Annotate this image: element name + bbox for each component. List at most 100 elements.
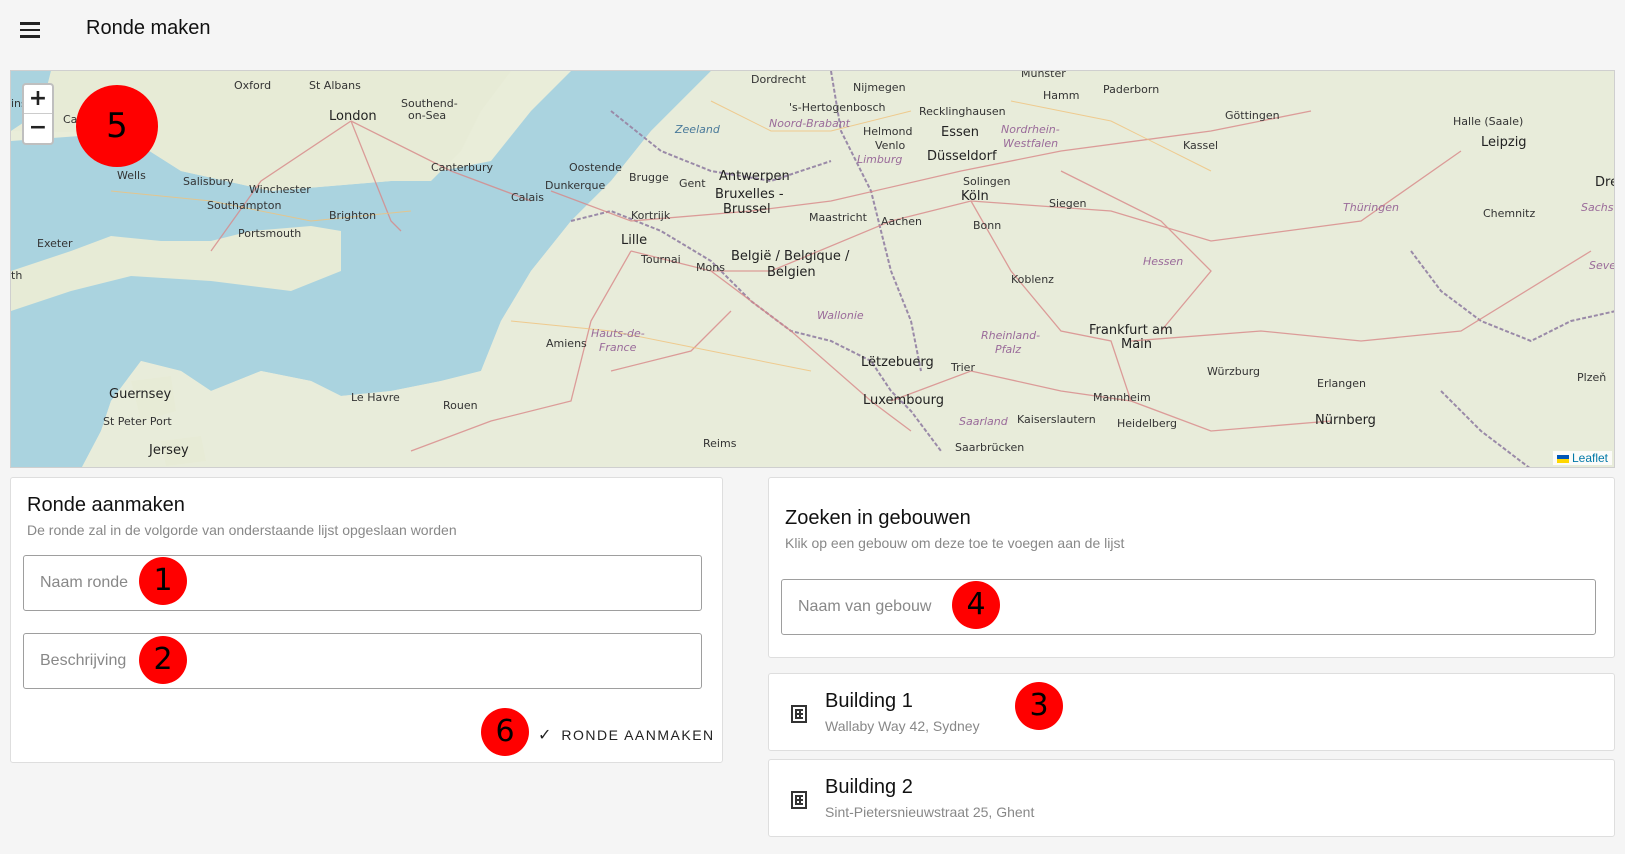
map-label-jersey: Jersey (149, 443, 189, 458)
map-label-recklinghausen: Recklinghausen (919, 105, 1006, 118)
building-name: Building 1 (825, 690, 913, 712)
check-icon: ✓ (538, 727, 552, 744)
app-bar: Ronde maken (0, 0, 1625, 60)
building-list-item[interactable]: Building 2 Sint-Pietersnieuwstraat 25, G… (768, 759, 1615, 837)
search-title: Zoeken in gebouwen (785, 507, 971, 529)
annotation-badge-1: 1 (139, 557, 187, 605)
map-label-bonn: Bonn (973, 219, 1002, 232)
zoom-out-button[interactable]: − (24, 114, 52, 143)
map-label-hertogenbosch: 's-Hertogenbosch (789, 101, 886, 114)
create-round-button[interactable]: ✓ RONDE AANMAKEN (538, 720, 715, 750)
map-label-luxembourg: Luxembourg (863, 393, 945, 408)
map-label-nurnberg: Nürnberg (1315, 413, 1376, 428)
building-address: Sint-Pietersnieuwstraat 25, Ghent (825, 804, 1035, 820)
map[interactable]: London Oxford St Albans Southend- on-Sea… (10, 70, 1615, 468)
page-title: Ronde maken (86, 17, 211, 39)
map-label-bruxelles: Bruxelles - (715, 187, 784, 202)
search-subtitle: Klik op een gebouw om deze toe te voegen… (785, 535, 1125, 551)
map-label-noord-brabant: Noord-Brabant (769, 117, 850, 130)
search-buildings-card: Zoeken in gebouwen Klik op een gebouw om… (768, 477, 1615, 658)
building-search-field[interactable] (781, 579, 1596, 635)
map-label-nordrhein: Nordrhein- (1001, 123, 1060, 136)
map-label-brighton: Brighton (329, 209, 377, 222)
map-label-seve: Seve (1589, 259, 1615, 272)
building-icon (791, 705, 807, 723)
map-label-winchester: Winchester (249, 183, 311, 196)
map-label-helmond: Helmond (863, 125, 913, 138)
map-label-brugge: Brugge (629, 171, 669, 184)
building-address: Wallaby Way 42, Sydney (825, 718, 980, 734)
create-round-button-label: RONDE AANMAKEN (561, 727, 715, 743)
map-label-pfalz: Pfalz (995, 343, 1022, 356)
map-label-wells: Wells (117, 169, 146, 182)
map-label-kaiserslautern: Kaiserslautern (1017, 413, 1096, 426)
description-field[interactable] (23, 633, 702, 689)
map-label-guernsey: Guernsey (109, 387, 172, 402)
zoom-control: + − (22, 83, 54, 145)
map-label-sachsen: Sachse (1581, 201, 1614, 214)
building-name: Building 2 (825, 776, 913, 798)
map-label-thuringen: Thüringen (1343, 201, 1399, 214)
map-label-southampton: Southampton (207, 199, 282, 212)
map-label-hamm: Hamm (1043, 89, 1080, 102)
map-label-essen: Essen (941, 125, 979, 140)
map-label-saarland: Saarland (959, 415, 1008, 428)
map-label-mons: Mons (696, 261, 725, 274)
map-label-halle: Halle (Saale) (1453, 115, 1524, 128)
map-label-lille: Lille (621, 233, 648, 248)
map-label-dusseldorf: Düsseldorf (927, 149, 997, 164)
round-name-field[interactable] (23, 555, 702, 611)
annotation-badge-3: 3 (1015, 682, 1063, 730)
menu-icon[interactable] (18, 19, 42, 41)
annotation-badge-4: 4 (952, 581, 1000, 629)
map-label-koblenz: Koblenz (1011, 273, 1054, 286)
map-label-canterbury: Canterbury (431, 161, 493, 174)
map-label-belgien: Belgien (767, 265, 816, 280)
description-input[interactable] (24, 634, 701, 688)
map-label-dunkerque: Dunkerque (545, 179, 606, 192)
map-label-koln: Köln (961, 189, 989, 204)
map-label-westfalen: Westfalen (1003, 137, 1059, 150)
map-label-frankfurt: Frankfurt am (1089, 323, 1173, 338)
map-label-chemnitz: Chemnitz (1483, 207, 1536, 220)
map-label-th: th (11, 269, 23, 282)
create-round-subtitle: De ronde zal in de volgorde van ondersta… (27, 522, 457, 538)
map-label-trier: Trier (951, 361, 975, 374)
map-label-dresden: Dre (1595, 175, 1614, 190)
building-search-input[interactable] (782, 580, 1595, 634)
map-label-maastricht: Maastricht (809, 211, 867, 224)
map-label-venlo: Venlo (875, 139, 906, 152)
map-label-gent: Gent (679, 177, 706, 190)
map-label-solingen: Solingen (963, 175, 1011, 188)
map-attribution[interactable]: Leaflet (1552, 451, 1612, 465)
map-label-limburg: Limburg (857, 153, 903, 166)
map-label-france: France (599, 341, 637, 354)
map-label-belgie: België / Belgique / (731, 249, 850, 264)
annotation-badge-2: 2 (139, 636, 187, 684)
map-label-siegen: Siegen (1049, 197, 1087, 210)
round-name-input[interactable] (24, 556, 701, 610)
annotation-badge-6: 6 (481, 708, 529, 756)
map-label-erlangen: Erlangen (1317, 377, 1366, 390)
map-label-hauts-de-france: Hauts-de- (591, 327, 645, 340)
map-label-southend-2: on-Sea (408, 109, 447, 122)
map-label-le-havre: Le Havre (351, 391, 400, 404)
ukraine-flag-icon (1556, 454, 1569, 463)
map-label-kortrijk: Kortrijk (631, 209, 671, 222)
zoom-in-button[interactable]: + (24, 85, 52, 114)
leaflet-link[interactable]: Leaflet (1572, 451, 1608, 465)
annotation-badge-5: 5 (76, 85, 158, 167)
building-list-item[interactable]: Building 1 Wallaby Way 42, Sydney (768, 673, 1615, 751)
map-label-portsmouth: Portsmouth (238, 227, 302, 240)
map-label-mannheim: Mannheim (1093, 391, 1151, 404)
map-label-st-peter-port: St Peter Port (103, 415, 172, 428)
map-label-paderborn: Paderborn (1103, 83, 1160, 96)
map-label-calais: Calais (511, 191, 545, 204)
map-label-antwerpen: Antwerpen (719, 169, 790, 184)
map-label-leipzig: Leipzig (1481, 135, 1527, 150)
map-label-zeeland: Zeeland (675, 123, 720, 136)
map-label-london: London (329, 109, 377, 124)
building-icon (791, 791, 807, 809)
map-label-saarbrucken: Saarbrücken (955, 441, 1025, 454)
map-label-munster: Münster (1021, 70, 1066, 80)
